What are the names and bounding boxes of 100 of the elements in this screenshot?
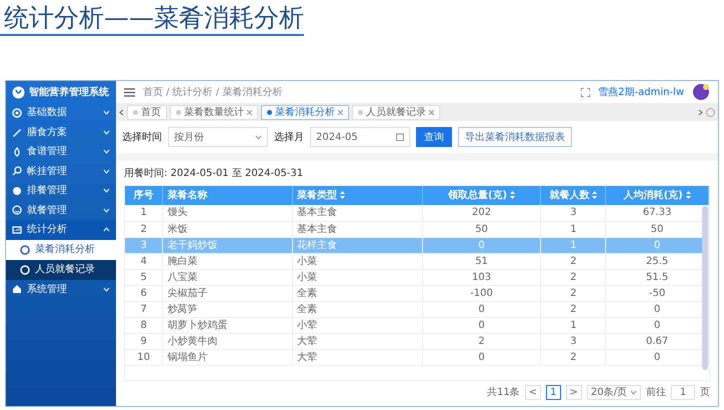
caret-icon bbox=[255, 134, 262, 140]
sidebar-item[interactable]: 系统管理 bbox=[6, 280, 116, 299]
tab[interactable]: 首页 bbox=[127, 104, 167, 120]
caret-icon bbox=[630, 390, 637, 394]
sidebar-item[interactable]: 帐挂管理 bbox=[6, 162, 116, 181]
table-cell: 小荤 bbox=[292, 317, 422, 333]
sidebar-subitem[interactable]: 菜肴消耗分析 bbox=[6, 240, 116, 260]
table-cell: 花样主食 bbox=[292, 237, 422, 253]
table-cell: 尖椒茄子 bbox=[162, 285, 292, 301]
table-cell: 4 bbox=[125, 253, 163, 269]
circle-icon bbox=[12, 186, 22, 196]
sidebar-item[interactable]: 基础数据 bbox=[6, 103, 116, 122]
table-cell: 6 bbox=[125, 285, 163, 301]
drop-icon bbox=[12, 146, 22, 157]
table-cell: 5 bbox=[125, 269, 163, 285]
table-cell: 1 bbox=[540, 317, 606, 333]
breadcrumb: 首页 / 统计分析 / 菜肴消耗分析 bbox=[143, 86, 284, 100]
fullscreen-icon bbox=[581, 88, 590, 96]
tab[interactable]: 人员就餐记录 bbox=[352, 104, 440, 120]
chevron-right-icon bbox=[698, 108, 703, 116]
chevron-down-icon bbox=[103, 208, 110, 213]
table-cell: 2 bbox=[422, 333, 541, 349]
table-cell: 腌白菜 bbox=[162, 253, 292, 269]
chevron-down-icon bbox=[103, 149, 110, 154]
table-cell: 2 bbox=[540, 285, 606, 301]
table-cell: 1 bbox=[540, 237, 606, 253]
table-cell: 2 bbox=[540, 269, 606, 285]
chart-icon bbox=[12, 224, 22, 235]
table-cell: 八宝菜 bbox=[162, 269, 292, 285]
time-select[interactable]: 按月份 bbox=[168, 127, 268, 147]
field-label: 选择时间 bbox=[122, 130, 162, 144]
chevron-down-icon bbox=[103, 188, 110, 194]
table-cell: 50 bbox=[422, 221, 541, 237]
table-cell: 小菜 bbox=[292, 269, 422, 285]
table-cell: 基本主食 bbox=[292, 205, 422, 221]
table-cell: 202 bbox=[422, 205, 541, 221]
table-cell: 51 bbox=[422, 253, 541, 269]
table-cell: -100 bbox=[422, 285, 541, 301]
table-cell: 胡萝卜炒鸡蛋 bbox=[162, 317, 292, 333]
table-cell: 0 bbox=[422, 349, 541, 365]
table-cell: 馒头 bbox=[162, 205, 292, 221]
table-cell: 2 bbox=[540, 301, 606, 317]
next-button[interactable]: > bbox=[566, 384, 582, 400]
table-cell: 3 bbox=[540, 205, 606, 221]
table-cell: 米饭 bbox=[162, 221, 292, 237]
table-cell: 小菜 bbox=[292, 253, 422, 269]
sidebar-item[interactable]: 食谱管理 bbox=[6, 142, 116, 162]
table-cell: 0 bbox=[422, 317, 541, 333]
table-cell: 全素 bbox=[292, 301, 422, 317]
scrollbar[interactable] bbox=[702, 206, 708, 370]
table-cell: 2 bbox=[125, 221, 163, 237]
table-cell: 9 bbox=[125, 333, 163, 349]
table-cell: 全素 bbox=[292, 285, 422, 301]
chevron-down-icon bbox=[103, 286, 110, 292]
table-cell: 1 bbox=[125, 205, 163, 221]
search-icon bbox=[12, 166, 22, 176]
query-button[interactable]: 查询 bbox=[416, 127, 452, 147]
tab[interactable]: 菜肴消耗分析 bbox=[261, 104, 349, 120]
goto-label: 前往 bbox=[646, 386, 666, 400]
prev-button[interactable]: < bbox=[524, 384, 542, 400]
table-cell: 10 bbox=[125, 349, 163, 365]
month-field[interactable]: 2024-05 bbox=[310, 127, 410, 147]
table-cell: 0 bbox=[422, 237, 541, 253]
table-cell: 锅塌鱼片 bbox=[162, 349, 292, 365]
table-cell: 7 bbox=[125, 301, 163, 317]
menu-icon bbox=[124, 88, 135, 96]
table-cell: 0 bbox=[422, 301, 541, 317]
page-input[interactable]: 1 bbox=[671, 384, 695, 400]
sidebar-item[interactable]: 排餐管理 bbox=[6, 181, 116, 200]
chevron-down-icon bbox=[103, 110, 110, 116]
sidebar-subitem[interactable]: 人员就餐记录 bbox=[6, 260, 116, 280]
chevron-down-icon bbox=[103, 168, 110, 174]
table-cell: 小炒黄牛肉 bbox=[162, 333, 292, 349]
table-cell: 基本主食 bbox=[292, 221, 422, 237]
table-cell: 3 bbox=[125, 237, 163, 253]
field-label: 选择月 bbox=[274, 130, 304, 144]
export-button[interactable]: 导出菜肴消耗数据报表 bbox=[458, 127, 572, 147]
table-cell: 103 bbox=[422, 269, 541, 285]
chevron-up-icon bbox=[103, 227, 110, 232]
table-cell: 炒莴笋 bbox=[162, 301, 292, 317]
smile-icon bbox=[12, 205, 22, 216]
page-size-select[interactable]: 20条/页 bbox=[586, 384, 641, 400]
goto-unit: 页 bbox=[700, 386, 710, 400]
sidebar-item[interactable]: 就餐管理 bbox=[6, 200, 116, 220]
table-cell: 8 bbox=[125, 317, 163, 333]
sidebar-item[interactable]: 统计分析 bbox=[6, 220, 116, 240]
tab[interactable]: 菜肴数量统计 bbox=[170, 104, 258, 120]
table-cell: 大荤 bbox=[292, 349, 422, 365]
table-cell: 大荤 bbox=[292, 333, 422, 349]
table-cell: 3 bbox=[540, 333, 606, 349]
calendar-icon bbox=[396, 133, 404, 141]
pen-icon bbox=[12, 127, 22, 138]
table-cell: 2 bbox=[540, 349, 606, 365]
page-button[interactable]: 1 bbox=[546, 384, 561, 400]
logo-icon bbox=[12, 86, 25, 98]
total-count: 共11条 bbox=[487, 386, 520, 400]
logo-text: 智能营养管理系统 bbox=[29, 85, 109, 100]
user-name[interactable]: 雪燕2期-admin-lw bbox=[598, 84, 684, 100]
avatar bbox=[692, 83, 710, 101]
sidebar-item[interactable]: 膳食方案 bbox=[6, 122, 116, 142]
